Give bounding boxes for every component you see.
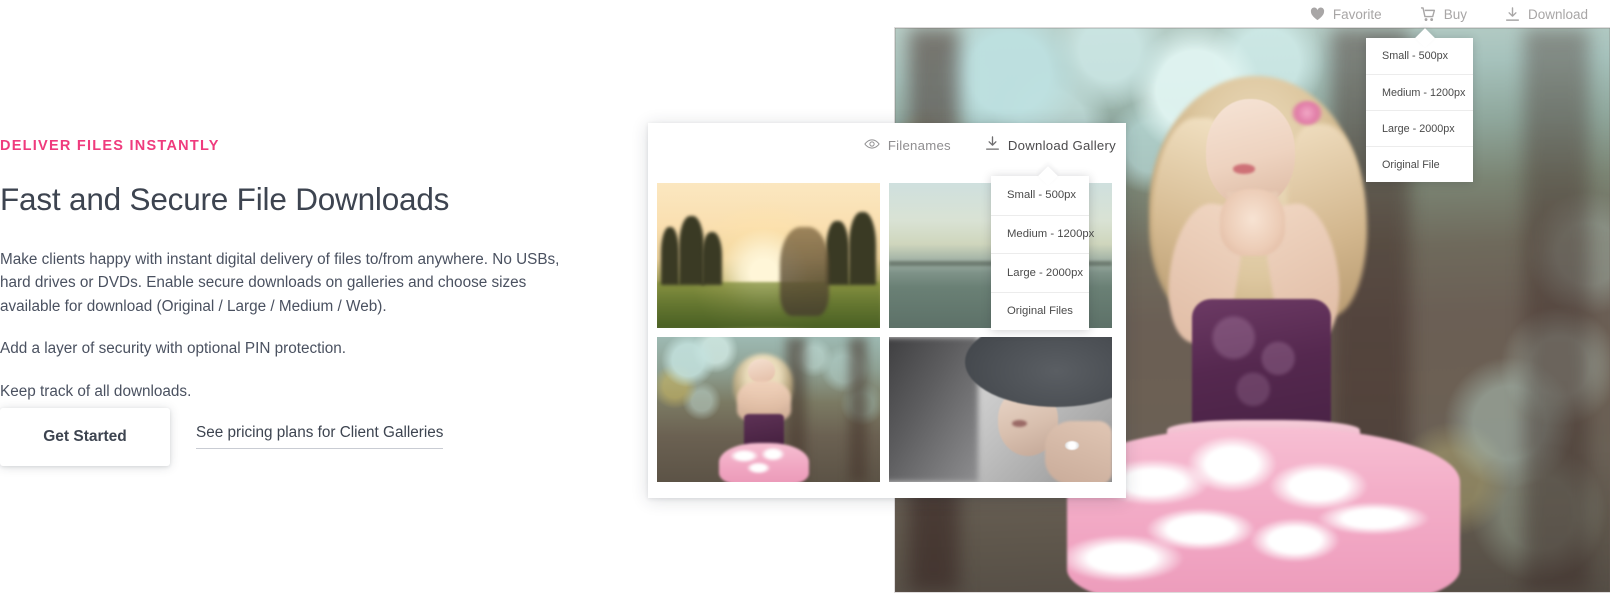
menu-item-medium[interactable]: Medium - 1200px: [1366, 74, 1473, 110]
heart-icon: [1310, 7, 1325, 21]
tree: [679, 216, 704, 285]
hero-download-size-menu[interactable]: Small - 500px Medium - 1200px Large - 20…: [1366, 38, 1473, 182]
menu-item-large[interactable]: Large - 2000px: [1366, 110, 1473, 146]
download-icon: [985, 136, 1000, 154]
ring: [1065, 441, 1079, 451]
download-icon: [1505, 6, 1520, 22]
gallery-card-toolbar: Filenames Download Gallery: [864, 136, 1116, 154]
body-paragraph-2: Add a layer of security with optional PI…: [0, 340, 347, 358]
download-label: Download: [1527, 6, 1588, 22]
body-paragraph-1: Make clients happy with instant digital …: [0, 250, 560, 315]
hero-copy-column: DELIVER FILES INSTANTLY Fast and Secure …: [0, 138, 560, 403]
get-started-button[interactable]: Get Started: [0, 408, 170, 466]
hero-section: DELIVER FILES INSTANTLY Fast and Secure …: [0, 0, 1610, 610]
cart-icon: [1420, 6, 1436, 22]
favorite-button[interactable]: Favorite: [1310, 7, 1382, 22]
pricing-plans-link[interactable]: See pricing plans for Client Galleries: [196, 424, 444, 449]
tree: [661, 226, 680, 285]
tree: [826, 220, 849, 285]
filenames-toggle[interactable]: Filenames: [864, 138, 951, 153]
tree: [701, 232, 722, 285]
hat-brim: [964, 337, 1112, 407]
silhouette-figure: [779, 226, 829, 317]
cta-row: Get Started See pricing plans for Client…: [0, 408, 444, 466]
body-paragraph-3: Keep track of all downloads.: [0, 382, 192, 400]
menu-item-medium[interactable]: Medium - 1200px: [991, 214, 1094, 254]
tree: [848, 212, 876, 285]
download-button[interactable]: Download: [1505, 7, 1588, 22]
favorite-label: Favorite: [1332, 6, 1382, 22]
menu-item-large[interactable]: Large - 2000px: [991, 253, 1089, 292]
blonde-forest-photo[interactable]: [657, 337, 880, 482]
gallery-download-size-menu[interactable]: Small - 500px Medium - 1200px Large - 20…: [991, 176, 1094, 331]
model-hand: [1045, 421, 1112, 482]
model-hands: [1220, 188, 1285, 257]
hero-photo-toolbar: Favorite Buy Download: [1310, 0, 1588, 28]
tree-trunk: [848, 337, 867, 482]
buy-label: Buy: [1443, 6, 1467, 22]
download-gallery-button[interactable]: Download Gallery: [985, 136, 1116, 154]
sunset-field-photo[interactable]: [657, 183, 880, 328]
eye-icon: [864, 138, 880, 153]
model-lips: [1011, 419, 1028, 427]
eyebrow-label: DELIVER FILES INSTANTLY: [0, 138, 220, 154]
menu-item-original[interactable]: Original Files: [991, 291, 1089, 331]
filenames-label: Filenames: [887, 137, 951, 153]
menu-item-small[interactable]: Small - 500px: [991, 176, 1089, 215]
grass-field: [657, 281, 880, 328]
download-gallery-label: Download Gallery: [1007, 137, 1116, 153]
page-title: Fast and Secure File Downloads: [0, 181, 450, 218]
woman-with-hat-photo[interactable]: [889, 337, 1112, 482]
menu-item-small[interactable]: Small - 500px: [1366, 38, 1473, 74]
hero-body-text: Make clients happy with instant digital …: [0, 248, 560, 404]
buy-button[interactable]: Buy: [1420, 7, 1467, 22]
hair-flower: [1291, 101, 1322, 125]
model-bodice: [743, 413, 785, 446]
model-skirt: [719, 442, 809, 482]
model-bodice: [1191, 298, 1332, 429]
menu-item-original[interactable]: Original File: [1366, 146, 1473, 182]
